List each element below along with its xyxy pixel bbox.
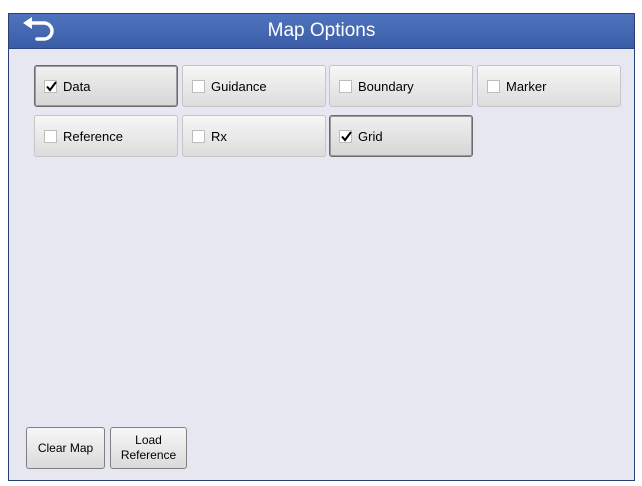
map-options-content: Data Guidance Boundary Marker Reference …	[9, 49, 634, 480]
checkbox-marker[interactable]	[487, 80, 500, 93]
layer-toggle-reference[interactable]: Reference	[34, 115, 178, 157]
title-bar: Map Options	[9, 14, 634, 49]
layer-label-data: Data	[63, 79, 91, 94]
checkbox-guidance[interactable]	[192, 80, 205, 93]
layer-toggle-boundary[interactable]: Boundary	[329, 65, 473, 107]
layer-label-rx: Rx	[211, 129, 227, 144]
layer-toggle-data[interactable]: Data	[34, 65, 178, 107]
layer-label-boundary: Boundary	[358, 79, 414, 94]
layer-toggle-marker[interactable]: Marker	[477, 65, 621, 107]
layer-toggle-rx[interactable]: Rx	[182, 115, 326, 157]
map-options-window: Map Options Data Guidance Boundary Marke…	[8, 13, 635, 481]
clear-map-label: Clear Map	[37, 441, 94, 455]
layer-toggle-guidance[interactable]: Guidance	[182, 65, 326, 107]
checkbox-data[interactable]	[44, 80, 57, 93]
layer-label-guidance: Guidance	[211, 79, 267, 94]
layer-label-reference: Reference	[63, 129, 123, 144]
layer-toggle-grid[interactable]: Grid	[329, 115, 473, 157]
page-title: Map Options	[267, 20, 376, 41]
checkbox-grid[interactable]	[339, 130, 352, 143]
checkbox-boundary[interactable]	[339, 80, 352, 93]
checkbox-reference[interactable]	[44, 130, 57, 143]
checkbox-rx[interactable]	[192, 130, 205, 143]
layer-label-marker: Marker	[506, 79, 547, 94]
checkmark-icon	[341, 131, 352, 142]
clear-map-button[interactable]: Clear Map	[26, 427, 105, 469]
load-reference-label: Load Reference	[120, 433, 177, 462]
checkmark-icon	[46, 81, 57, 92]
load-reference-button[interactable]: Load Reference	[110, 427, 187, 469]
layer-label-grid: Grid	[358, 129, 383, 144]
